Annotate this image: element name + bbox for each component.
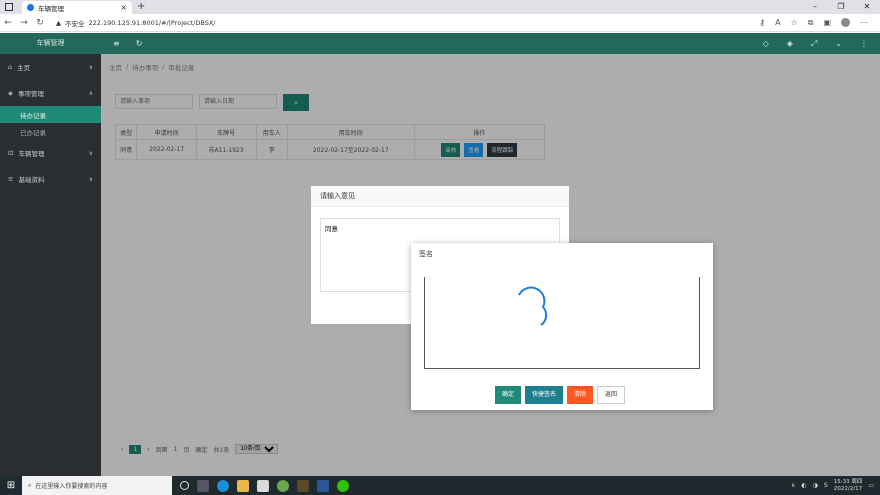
window-controls: – ❐ ✕ <box>802 0 880 14</box>
confirm-button[interactable]: 确定 <box>495 386 522 404</box>
fullscreen-icon[interactable]: ⤢ <box>811 39 817 49</box>
app-brand: 车辆管理 <box>0 33 101 54</box>
forward-icon[interactable]: → <box>16 18 32 28</box>
sidebar-subitem-todo[interactable]: 待办记录 <box>0 106 101 123</box>
dialog-title: 请输入意见 <box>311 186 569 207</box>
sidebar-item-home[interactable]: ⌂ 主页 ∨ <box>0 54 101 80</box>
browser-tab-strip: 车辆管理 × + – ❐ ✕ <box>0 0 880 14</box>
clear-button[interactable]: 清除 <box>567 386 594 404</box>
signature-dialog: 签名 确定 快捷签名 清除 返回 <box>411 243 713 410</box>
chevron-down-icon: ∨ <box>88 63 93 71</box>
back-button[interactable]: 返回 <box>597 386 626 404</box>
restore-icon[interactable]: ❐ <box>828 0 854 14</box>
word-icon[interactable] <box>317 479 329 492</box>
warning-icon: ▲ <box>56 18 61 27</box>
sidebar-item-basic-data[interactable]: ≡ 基础资料 ∨ <box>0 166 101 192</box>
browser-toolbar: ⚷ A ☆ ⧉ ▣ ⋯ <box>759 17 880 28</box>
sidebar-item-affairs[interactable]: ◈ 事项管理 ∧ <box>0 80 101 106</box>
more-icon[interactable]: ⋯ <box>860 18 868 28</box>
key-icon[interactable]: ⚷ <box>759 18 765 28</box>
back-icon[interactable]: ← <box>0 18 16 28</box>
wechat-icon[interactable] <box>337 479 349 492</box>
signature-actions: 确定 快捷签名 清除 返回 <box>495 386 626 404</box>
tag-icon: ◈ <box>8 89 13 97</box>
sidebar-subitem-done[interactable]: 已办记录 <box>0 123 101 140</box>
input-icon[interactable]: S <box>824 482 828 489</box>
search-icon: ⌕ <box>28 481 32 489</box>
app-header: ≡ ↻ ◇ ◈ ⤢ ⌄ ⋮ <box>101 33 880 54</box>
tag-icon[interactable]: ◈ <box>787 39 793 49</box>
more-icon[interactable]: ⋮ <box>860 39 868 49</box>
edge-icon[interactable] <box>217 479 229 492</box>
quick-sign-button[interactable]: 快捷签名 <box>525 386 564 404</box>
taskbar-apps <box>180 479 349 492</box>
pdf-icon[interactable] <box>257 479 269 492</box>
system-tray: ∧ ◐ ◑ S 15:33 周四 2022/2/17 ▭ <box>791 479 880 493</box>
new-tab-icon[interactable]: + <box>137 1 145 12</box>
volume-icon[interactable]: ◑ <box>813 482 818 489</box>
sidebar-item-label: 基础资料 <box>18 176 45 184</box>
sidebar: 车辆管理 ⌂ 主页 ∨ ◈ 事项管理 ∧ 待办记录 已办记录 ⊡ 车辆管理 ∨ … <box>0 33 101 476</box>
url-text: 222.190.125.91:8001/#/|Project/DBSX/ <box>88 18 216 27</box>
url-field[interactable]: ▲ 不安全 222.190.125.91:8001/#/|Project/DBS… <box>56 18 216 28</box>
collections-icon[interactable]: ▣ <box>823 18 831 28</box>
clock[interactable]: 15:33 周四 2022/2/17 <box>834 479 863 493</box>
browser-app-icon[interactable] <box>277 479 289 492</box>
favorite-icon[interactable]: ☆ <box>791 18 798 28</box>
notification-icon[interactable]: ▭ <box>868 482 874 489</box>
close-window-icon[interactable]: ✕ <box>854 0 880 14</box>
browser-tab[interactable]: 车辆管理 × <box>22 1 132 14</box>
read-aloud-icon[interactable]: A <box>775 18 780 28</box>
profile-avatar[interactable] <box>841 17 850 27</box>
windows-start-icon[interactable]: ⊞ <box>0 480 22 491</box>
tray-expand-icon[interactable]: ∧ <box>791 482 795 489</box>
folder-icon[interactable] <box>237 479 249 492</box>
minimize-icon[interactable]: – <box>802 0 828 14</box>
refresh-icon[interactable]: ↻ <box>136 39 143 48</box>
widgets-icon[interactable] <box>197 479 209 492</box>
extensions-icon[interactable]: ⧉ <box>808 18 814 28</box>
tab-actions-icon[interactable] <box>5 3 13 11</box>
chevron-up-icon: ∧ <box>88 89 93 97</box>
home-icon: ⌂ <box>8 63 13 71</box>
tab-title: 车辆管理 <box>38 4 64 13</box>
address-bar: ← → ↻ ▲ 不安全 222.190.125.91:8001/#/|Proje… <box>0 14 880 32</box>
user-menu-icon[interactable]: ⌄ <box>835 39 842 49</box>
security-label: 不安全 <box>65 19 85 28</box>
chevron-down-icon: ∨ <box>88 175 93 183</box>
dialog-title: 签名 <box>419 250 433 258</box>
clock-time: 15:33 周四 <box>833 478 863 485</box>
taskbar: ⊞ ⌕ 在这里输入你要搜索的内容 ∧ ◐ ◑ S 15:33 周四 2022/2… <box>0 476 880 495</box>
clock-date: 2022/2/17 <box>833 485 863 492</box>
close-tab-icon[interactable]: × <box>120 3 127 12</box>
car-icon: ⊡ <box>8 149 14 157</box>
favicon-icon <box>27 4 34 11</box>
network-icon[interactable]: ◐ <box>801 482 806 489</box>
taskbar-search-placeholder: 在这里输入你要搜索的内容 <box>35 483 108 490</box>
taskbar-search[interactable]: ⌕ 在这里输入你要搜索的内容 <box>22 476 172 495</box>
task-view-icon[interactable] <box>180 481 189 490</box>
signature-pad[interactable] <box>424 277 700 369</box>
sidebar-item-label: 车辆管理 <box>18 150 45 158</box>
sidebar-item-vehicles[interactable]: ⊡ 车辆管理 ∨ <box>0 140 101 166</box>
reload-icon[interactable]: ↻ <box>32 18 48 28</box>
loading-spinner-icon <box>518 286 548 326</box>
menu-toggle-icon[interactable]: ≡ <box>113 39 120 48</box>
illustrator-icon[interactable] <box>297 479 309 492</box>
sidebar-item-label: 事项管理 <box>18 90 44 98</box>
sidebar-item-label: 主页 <box>17 64 31 72</box>
chevron-down-icon: ∨ <box>88 149 93 157</box>
theme-icon[interactable]: ◇ <box>763 39 769 49</box>
data-icon: ≡ <box>8 175 14 183</box>
